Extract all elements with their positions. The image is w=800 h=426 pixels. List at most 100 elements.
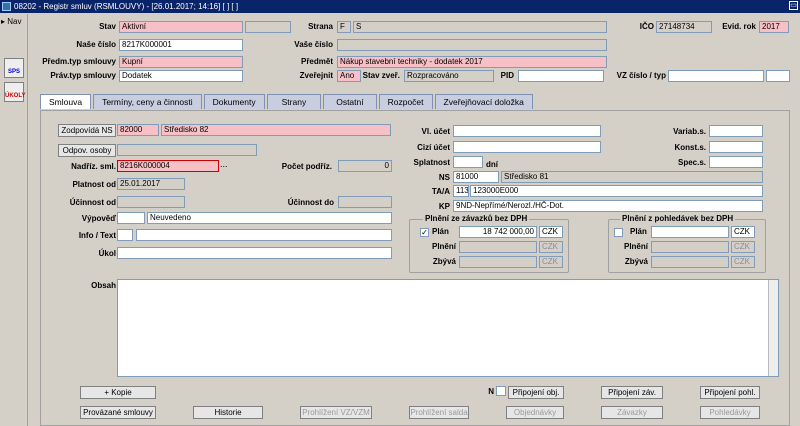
kp-label: KP bbox=[438, 202, 450, 211]
tab-rozpocet[interactable]: Rozpočet bbox=[378, 94, 433, 109]
pripojeni-obj-button[interactable]: Připojení obj. bbox=[508, 386, 564, 399]
window-title: 08202 - Registr smluv (RSMLOUVY) - [26.0… bbox=[14, 2, 239, 11]
zodpovida-name-field: Středisko 82 bbox=[161, 124, 391, 136]
vz-label: VZ číslo / typ bbox=[616, 71, 666, 80]
tab-terminy[interactable]: Termíny, ceny a činnosti bbox=[93, 94, 202, 109]
nase-cislo-field[interactable]: 8217K000001 bbox=[119, 39, 243, 51]
taa-code-field[interactable]: 113 bbox=[453, 185, 469, 197]
prav-typ-label: Práv.typ smlouvy bbox=[50, 71, 116, 80]
ns-name-field: Středisko 81 bbox=[501, 171, 763, 183]
plan-pohledavek-field[interactable] bbox=[651, 226, 729, 238]
pid-label: PID bbox=[500, 71, 514, 80]
provazane-smlouvy-button[interactable]: Provázané smlouvy bbox=[80, 406, 156, 419]
plan-zavazku-currency[interactable]: CZK bbox=[539, 226, 563, 238]
pid-field[interactable] bbox=[518, 70, 604, 82]
pohledavky-button[interactable]: Pohledávky bbox=[700, 406, 760, 419]
evid-rok-label: Evid. rok bbox=[722, 22, 756, 31]
ukol-field[interactable] bbox=[117, 247, 392, 259]
tab-dokumenty[interactable]: Dokumenty bbox=[203, 94, 265, 109]
prohlizeni-salda-button[interactable]: Prohlížení salda bbox=[409, 406, 469, 419]
objednavky-button[interactable]: Objednávky bbox=[506, 406, 564, 419]
cizi-ucet-field[interactable] bbox=[453, 141, 601, 153]
variab-field[interactable] bbox=[709, 125, 763, 137]
stav-label: Stav bbox=[99, 22, 116, 31]
spec-field[interactable] bbox=[709, 156, 763, 168]
predm-typ-field[interactable]: Kupní bbox=[119, 56, 243, 68]
zbyva-zavazku-label: Zbývá bbox=[432, 257, 456, 266]
plneni-zavazku-currency: CZK bbox=[539, 241, 563, 253]
title-bar: 08202 - Registr smluv (RSMLOUVY) - [26.0… bbox=[0, 0, 800, 13]
tab-zverejnovaci[interactable]: Zveřejňovací doložka bbox=[434, 94, 533, 109]
splatnost-field[interactable] bbox=[453, 156, 483, 168]
pripojeni-pohl-button[interactable]: Připojení pohl. bbox=[700, 386, 760, 399]
vz-field[interactable] bbox=[668, 70, 764, 82]
vl-ucet-field[interactable] bbox=[453, 125, 601, 137]
n-checkbox[interactable] bbox=[496, 386, 506, 396]
strana-code-field: F bbox=[337, 21, 351, 33]
zodpovida-button[interactable]: Zodpovídá NS bbox=[58, 124, 116, 137]
plan-zavazku-checkbox[interactable]: ✓ bbox=[420, 228, 429, 237]
plan-zavazku-field[interactable]: 18 742 000,00 bbox=[459, 226, 537, 238]
obsah-textarea[interactable] bbox=[117, 279, 779, 377]
info-text-label: Info / Text bbox=[78, 231, 116, 240]
prohlizeni-vz-button[interactable]: Prohlížení VZ/VZM bbox=[300, 406, 372, 419]
zbyva-zavazku-currency: CZK bbox=[539, 256, 563, 268]
tab-bar: Smlouva Termíny, ceny a činnosti Dokumen… bbox=[40, 94, 533, 110]
ns-code-field[interactable]: 81000 bbox=[453, 171, 499, 183]
vypoved-code-field[interactable] bbox=[117, 212, 145, 224]
ns-label: NS bbox=[438, 173, 450, 182]
strana-label: Strana bbox=[308, 22, 333, 31]
plneni-pohledavek-currency: CZK bbox=[731, 241, 755, 253]
historie-button[interactable]: Historie bbox=[193, 406, 263, 419]
predm-typ-label: Předm.typ smlouvy bbox=[42, 57, 116, 66]
zverejnit-field[interactable]: Ano bbox=[337, 70, 361, 82]
konst-field[interactable] bbox=[709, 141, 763, 153]
n-label: N bbox=[488, 387, 494, 396]
strana-field[interactable]: S bbox=[353, 21, 607, 33]
plan-pohledavek-checkbox[interactable] bbox=[614, 228, 623, 237]
plneni-zavazku-label: Plnění bbox=[431, 242, 456, 251]
splatnost-label: Splatnost bbox=[413, 158, 450, 167]
nadriz-more-button[interactable]: ... bbox=[220, 159, 228, 169]
stav-extra-field bbox=[245, 21, 291, 33]
nadriz-label: Nadříz. sml. bbox=[71, 162, 116, 171]
spec-label: Spec.s. bbox=[677, 158, 706, 167]
tab-ostatni[interactable]: Ostatní bbox=[323, 94, 377, 109]
vase-cislo-field[interactable] bbox=[337, 39, 607, 51]
odpov-osoby-field bbox=[117, 144, 257, 156]
obsah-label: Obsah bbox=[91, 281, 116, 290]
vz-type-field[interactable] bbox=[766, 70, 790, 82]
text-field[interactable] bbox=[136, 229, 392, 241]
vl-ucet-label: Vl. účet bbox=[421, 127, 450, 136]
restore-icon[interactable]: ▭ bbox=[789, 1, 798, 10]
plan-pohledavek-currency[interactable]: CZK bbox=[731, 226, 755, 238]
vase-cislo-label: Vaše číslo bbox=[294, 40, 333, 49]
ukoly-icon[interactable]: ÚKOLY bbox=[4, 82, 25, 102]
ucinnost-od-field[interactable] bbox=[117, 196, 185, 208]
obsah-scrollbar[interactable] bbox=[768, 280, 778, 376]
taa-field[interactable]: 123000E000 bbox=[470, 185, 763, 197]
kopie-button[interactable]: + Kopie bbox=[80, 386, 156, 399]
odpov-osoby-button[interactable]: Odpov. osoby bbox=[58, 144, 116, 157]
nav-tab[interactable]: ▸ Nav bbox=[1, 17, 21, 26]
pripojeni-zav-button[interactable]: Připojení záv. bbox=[601, 386, 663, 399]
evid-rok-field[interactable]: 2017 bbox=[759, 21, 789, 33]
ico-field: 27148734 bbox=[656, 21, 712, 33]
zodpovida-code-field[interactable]: 82000 bbox=[117, 124, 159, 136]
tab-strany[interactable]: Strany bbox=[266, 94, 322, 109]
prav-typ-field[interactable]: Dodatek bbox=[119, 70, 243, 82]
stav-field[interactable]: Aktivní bbox=[119, 21, 243, 33]
sps-icon[interactable]: SPS bbox=[4, 58, 24, 78]
stav-zver-label: Stav zveř. bbox=[362, 71, 400, 80]
predmet-field[interactable]: Nákup stavební techniky - dodatek 2017 bbox=[337, 56, 607, 68]
taa-label: TA/A bbox=[431, 187, 450, 196]
kp-field[interactable]: 9ND-Nepřímé/Nerozl./HČ-Dot. bbox=[453, 200, 763, 212]
platnost-field[interactable]: 25.01.2017 bbox=[117, 178, 185, 190]
nadriz-field[interactable]: 8216K000004 bbox=[117, 160, 219, 172]
plneni-zavazku-title: Plnění ze závazků bez DPH bbox=[423, 214, 530, 223]
tab-smlouva[interactable]: Smlouva bbox=[40, 94, 92, 109]
zavazky-button[interactable]: Závazky bbox=[601, 406, 663, 419]
info-field[interactable] bbox=[117, 229, 133, 241]
vypoved-field[interactable]: Neuvedeno bbox=[147, 212, 392, 224]
ucinnost-do-field[interactable] bbox=[338, 196, 392, 208]
